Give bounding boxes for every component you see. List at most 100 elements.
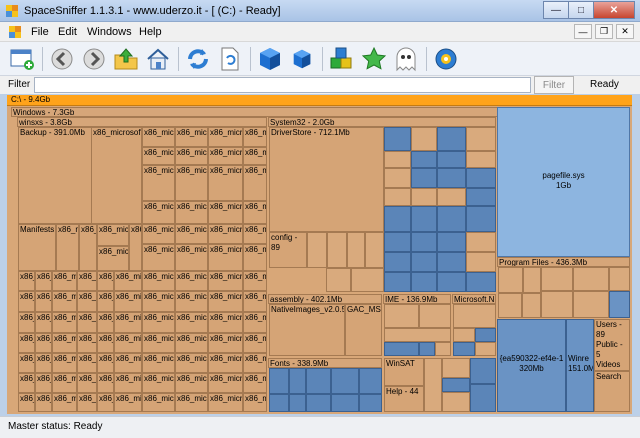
close-button[interactable]: ✕	[593, 1, 635, 19]
system32-item[interactable]	[411, 272, 437, 292]
system32-item[interactable]	[437, 232, 466, 252]
winsxs-item[interactable]: x86_microsoft-	[114, 353, 142, 373]
winsxs-item[interactable]: x86_microsoft-	[208, 291, 243, 312]
system32-item[interactable]	[437, 127, 466, 151]
winsxs-item[interactable]: x86_microsoft-	[52, 333, 77, 353]
system32-item[interactable]	[437, 206, 466, 232]
winsxs-item[interactable]: x86_microsoft-	[77, 353, 97, 373]
blocks-icon[interactable]	[328, 45, 356, 73]
winsat-folder[interactable]: WinSAT	[384, 358, 424, 386]
search-folder[interactable]: Search	[594, 371, 630, 412]
winsxs-item[interactable]: x86_microsoft-	[243, 393, 267, 412]
winsxs-item[interactable]: x86_microsoft-	[243, 291, 267, 312]
winsxs-item[interactable]: x86_microsoft-	[208, 165, 243, 201]
winsxs-item[interactable]: x86_microsoft-	[77, 291, 97, 312]
programfiles-item[interactable]	[573, 267, 609, 291]
winsxs-item[interactable]: x86_microsoft-	[35, 393, 52, 412]
font-item[interactable]	[359, 368, 382, 394]
programfiles-item[interactable]	[522, 293, 541, 318]
winsxs-item[interactable]: x86_microsoft-	[35, 373, 52, 393]
mdi-close-button[interactable]: ✕	[616, 24, 634, 39]
home-icon[interactable]	[144, 45, 172, 73]
programfiles-item[interactable]	[523, 267, 541, 293]
winsxs-item[interactable]: x86_microsoft-	[243, 271, 267, 291]
system32-item[interactable]	[466, 127, 496, 151]
winsxs-item[interactable]: x86_microsoft-	[142, 291, 175, 312]
winsxs-item[interactable]: x86_microsoft-	[142, 373, 175, 393]
windows-folder[interactable]: Windows - 7.3Gb	[11, 107, 501, 117]
new-window-icon[interactable]	[8, 45, 36, 73]
microsoftnet-item[interactable]	[453, 328, 475, 342]
winsxs-item[interactable]: x86_microsoft-	[52, 373, 77, 393]
system32-item[interactable]	[411, 151, 437, 168]
winsxs-item[interactable]: x86_microsoft-	[175, 224, 208, 244]
winsxs-item[interactable]: x86_microsoft-	[175, 271, 208, 291]
winsxs-item[interactable]: x86_microsoft-	[175, 244, 208, 271]
winsxs-item[interactable]: x86_microsoft-	[208, 201, 243, 224]
gacms-folder[interactable]: GAC_MS	[345, 304, 382, 356]
system32-item[interactable]	[466, 168, 496, 188]
system32-item[interactable]	[307, 232, 327, 268]
windows-item[interactable]	[442, 392, 470, 412]
system32-item[interactable]	[466, 151, 496, 168]
driverstore-folder[interactable]: DriverStore - 712.1Mb	[269, 127, 384, 232]
ime-item[interactable]	[419, 342, 435, 356]
winsxs-item[interactable]: x86_microsoft-	[175, 373, 208, 393]
winsxs-item[interactable]: x86_microsoft-	[114, 393, 142, 412]
programfiles-item[interactable]	[609, 291, 630, 318]
mdi-minimize-button[interactable]: —	[574, 24, 592, 39]
forward-icon[interactable]	[80, 45, 108, 73]
microsoftnet-item[interactable]	[453, 342, 475, 356]
system32-item[interactable]	[384, 272, 411, 292]
winsxs-item[interactable]: x86_microsoft-	[243, 353, 267, 373]
winsxs-item[interactable]: x86_microsoft-	[77, 271, 97, 291]
fonts-folder[interactable]: Fonts - 338.9Mb	[268, 358, 382, 368]
winsxs-item[interactable]: x86_microsoft-	[208, 271, 243, 291]
system32-item[interactable]	[384, 168, 411, 188]
drive-header[interactable]: C:\ - 9.4Gb	[7, 95, 632, 106]
up-folder-icon[interactable]	[112, 45, 140, 73]
winsxs-item[interactable]: x86_microsoft-	[175, 201, 208, 224]
winsxs-item[interactable]: x86_microsoft-	[208, 373, 243, 393]
treemap[interactable]: C:\ - 9.4Gb Windows - 7.3Gb winsxs - 3.8…	[7, 95, 632, 414]
system32-item[interactable]	[384, 252, 411, 272]
assembly-folder[interactable]: assembly - 402.1Mb	[268, 294, 382, 304]
winsxs-item[interactable]: x86_microsoft-	[56, 224, 79, 271]
minimize-button[interactable]: —	[543, 1, 569, 19]
winsxs-item[interactable]: x86_microsoft-	[142, 127, 175, 147]
ghost-icon[interactable]	[392, 45, 420, 73]
winsxs-item[interactable]: x86_microsoft-	[208, 244, 243, 271]
system32-item[interactable]	[466, 252, 496, 272]
menu-windows[interactable]: Windows	[87, 26, 132, 38]
font-item[interactable]	[331, 368, 359, 394]
menu-file[interactable]: File	[31, 26, 49, 38]
winsxs-item[interactable]: x86_microsoft-	[35, 353, 52, 373]
winsxs-item[interactable]: x86_microsoft-	[77, 333, 97, 353]
winre-file[interactable]: Winre 151.0M	[566, 319, 594, 412]
winsxs-item[interactable]: x86_microsoft-	[97, 291, 114, 312]
winsxs-item[interactable]: x86_microsoft-	[77, 312, 97, 333]
winsxs-item[interactable]: x86_microsoft-	[142, 353, 175, 373]
winsxs-item[interactable]: x86_microsoft-	[243, 312, 267, 333]
winsxs-item[interactable]: x86_microsoft-	[142, 147, 175, 165]
ime-item[interactable]	[384, 342, 419, 356]
winsxs-item[interactable]: x86_microsoft-	[18, 291, 35, 312]
maximize-button[interactable]: □	[568, 1, 594, 19]
winsxs-item[interactable]: x86_microsoft-	[175, 165, 208, 201]
windows-item[interactable]	[470, 358, 496, 384]
programfiles-item[interactable]	[498, 293, 522, 318]
windows-item[interactable]	[442, 378, 470, 392]
system32-item[interactable]	[411, 188, 437, 206]
winsxs-item[interactable]: x86_microsoft-	[18, 271, 35, 291]
system32-folder[interactable]: System32 - 2.0Gb	[268, 117, 496, 127]
winsxs-item[interactable]: x86_microsoft-	[243, 147, 267, 165]
menu-help[interactable]: Help	[139, 26, 162, 38]
winsxs-item[interactable]: x86_microsoft-	[175, 393, 208, 412]
help-folder[interactable]: Help - 44	[384, 386, 424, 412]
font-item[interactable]	[306, 368, 331, 394]
system32-item[interactable]	[384, 206, 411, 232]
system32-item[interactable]	[437, 151, 466, 168]
system32-item[interactable]	[384, 232, 411, 252]
winsxs-item[interactable]: x86_microsoft-	[18, 393, 35, 412]
winsxs-item[interactable]: x86_microsoft-	[77, 373, 97, 393]
